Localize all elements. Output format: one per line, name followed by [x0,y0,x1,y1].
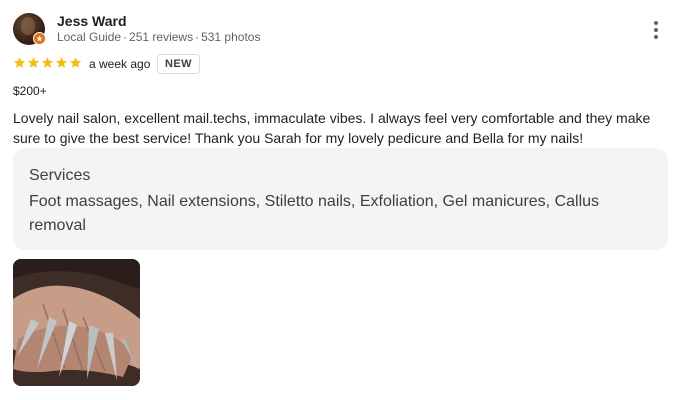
star-rating [13,56,82,69]
services-box: Services Foot massages, Nail extensions,… [13,148,668,250]
star-icon [55,57,68,68]
photo-count: 531 photos [201,30,261,44]
review-text: Lovely nail salon, excellent mail.techs,… [13,110,651,146]
more-vert-icon[interactable] [644,16,668,44]
local-guide-star-icon [33,32,46,45]
nails-photo-illustration [13,259,140,386]
star-icon [69,57,82,68]
meta-separator: · [123,30,128,44]
review-count: 251 reviews [129,30,194,44]
local-guide-label: Local Guide [57,30,122,44]
services-list: Foot massages, Nail extensions, Stiletto… [29,193,600,234]
price-range: $200+ [13,84,47,98]
new-badge: NEW [157,54,200,74]
review-time: a week ago [89,57,151,71]
meta-separator: · [195,30,200,44]
reviewer-name[interactable]: Jess Ward [57,13,127,29]
services-title: Services [29,167,91,184]
star-icon [27,57,40,68]
reviewer-meta: Local Guide · 251 reviews · 531 photos [57,30,260,44]
review-photo[interactable] [13,259,140,386]
star-icon [41,57,54,68]
star-icon [13,57,26,68]
review-card: Jess Ward Local Guide · 251 reviews · 531 ph… [0,0,678,400]
